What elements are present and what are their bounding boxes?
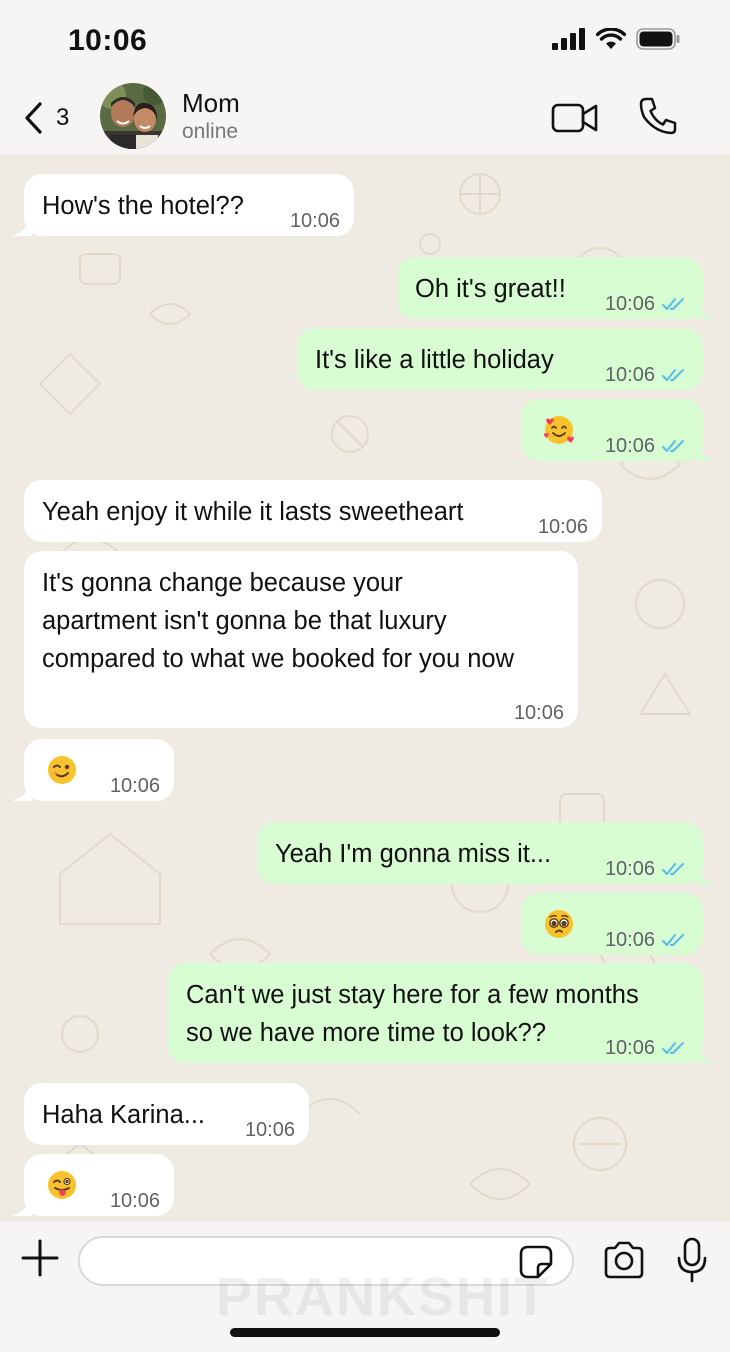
signal-icon <box>552 28 585 50</box>
unread-count: 3 <box>56 104 70 131</box>
message-input[interactable] <box>78 1236 574 1286</box>
camera-button[interactable] <box>602 1240 646 1280</box>
attach-button[interactable] <box>20 1238 60 1278</box>
status-icons <box>552 28 680 50</box>
message-meta: 10:06 <box>290 202 340 240</box>
message-meta: 10:06 <box>538 508 588 546</box>
message-time: 10:06 <box>289 210 340 232</box>
message-bubble[interactable]: Yeah enjoy it while it lasts sweetheart … <box>24 480 602 542</box>
double-check-icon <box>662 369 684 381</box>
double-check-icon <box>662 863 684 875</box>
message-meta: 10:06 <box>245 1111 295 1149</box>
message-meta: 10:06 <box>514 694 564 732</box>
double-check-icon <box>662 298 684 310</box>
message-bubble[interactable]: How's the hotel?? 10:06 <box>12 174 354 236</box>
message-meta: 10:06 <box>605 356 689 394</box>
sticker-button[interactable] <box>518 1244 554 1280</box>
message-meta: 10:06 <box>110 1182 160 1220</box>
contact-status: online <box>182 120 239 143</box>
status-bar: 10:06 <box>0 0 730 80</box>
message-text: Yeah enjoy it while it lasts sweetheart <box>42 498 464 526</box>
message-bubble[interactable]: Yeah I'm gonna miss it... 10:06 <box>257 822 715 884</box>
message-bubble[interactable]: 10:06 <box>521 893 703 955</box>
message-bubble[interactable]: Oh it's great!! 10:06 <box>397 257 715 319</box>
message-time: 10:06 <box>604 435 655 457</box>
chat-area[interactable]: PRANKSHIT PRANKSHIT How's the hotel?? 10… <box>0 154 730 1222</box>
winking-face-icon <box>48 756 76 784</box>
status-time: 10:06 <box>68 24 148 57</box>
message-meta: 10:06 <box>605 850 689 888</box>
message-time: 10:06 <box>604 858 655 880</box>
message-text-line: Can't we just stay here for a few months <box>186 981 639 1009</box>
message-text-line: compared to what we booked for you now <box>42 645 515 673</box>
message-meta: 10:06 <box>605 285 689 323</box>
message-bubble[interactable]: 10:06 <box>12 1154 174 1216</box>
avatar[interactable] <box>100 83 166 149</box>
video-camera-icon <box>551 103 598 133</box>
message-meta: 10:06 <box>110 767 160 805</box>
sticker-icon <box>519 1245 553 1279</box>
smiling-face-with-hearts-icon <box>544 416 574 444</box>
chat-header: 3 Mom online <box>0 80 730 154</box>
phone-icon <box>639 97 677 135</box>
wifi-icon <box>596 28 626 49</box>
message-time: 10:06 <box>604 929 655 951</box>
pleading-face-icon <box>545 910 573 938</box>
message-meta: 10:06 <box>605 1029 689 1067</box>
message-text-line: apartment isn't gonna be that luxury <box>42 607 447 635</box>
voice-call-button[interactable] <box>638 96 678 136</box>
microphone-button[interactable] <box>676 1236 708 1284</box>
message-time: 10:06 <box>244 1119 295 1141</box>
double-check-icon <box>662 1042 684 1054</box>
message-text-line: It's gonna change because your <box>42 569 403 597</box>
message-bubble[interactable]: It's like a little holiday 10:06 <box>297 328 703 390</box>
double-check-icon <box>662 934 684 946</box>
message-text: Oh it's great!! <box>415 275 566 303</box>
plus-icon <box>21 1239 59 1277</box>
contact-name[interactable]: Mom <box>182 88 240 119</box>
message-text-line: so we have more time to look?? <box>186 1019 547 1047</box>
message-text: It's like a little holiday <box>315 346 554 374</box>
message-time: 10:06 <box>604 364 655 386</box>
message-time: 10:06 <box>604 293 655 315</box>
message-text: Yeah I'm gonna miss it... <box>275 840 552 868</box>
video-call-button[interactable] <box>551 100 599 136</box>
winking-face-with-tongue-icon <box>48 1171 76 1199</box>
double-check-icon <box>662 440 684 452</box>
message-bubble[interactable]: 10:06 <box>12 739 174 801</box>
message-time: 10:06 <box>604 1037 655 1059</box>
message-time: 10:06 <box>109 775 160 797</box>
message-text: Haha Karina... <box>42 1101 206 1129</box>
back-button[interactable]: 3 <box>22 98 86 138</box>
message-meta: 10:06 <box>605 427 689 465</box>
avatar-photo <box>100 83 166 149</box>
message-bubble[interactable]: Can't we just stay here for a few months… <box>168 963 715 1063</box>
message-time: 10:06 <box>109 1190 160 1212</box>
message-bubble[interactable]: It's gonna change because your apartment… <box>24 551 578 728</box>
camera-icon <box>604 1241 644 1279</box>
chevron-left-icon <box>25 102 42 134</box>
message-time: 10:06 <box>537 516 588 538</box>
message-bubble[interactable]: Haha Karina... 10:06 <box>24 1083 309 1145</box>
battery-icon <box>636 28 680 50</box>
message-text: How's the hotel?? <box>42 192 244 220</box>
message-meta: 10:06 <box>605 921 689 959</box>
microphone-icon <box>677 1237 707 1283</box>
message-time: 10:06 <box>513 702 564 724</box>
home-indicator[interactable] <box>230 1328 500 1337</box>
message-bubble[interactable]: 10:06 <box>521 399 715 461</box>
